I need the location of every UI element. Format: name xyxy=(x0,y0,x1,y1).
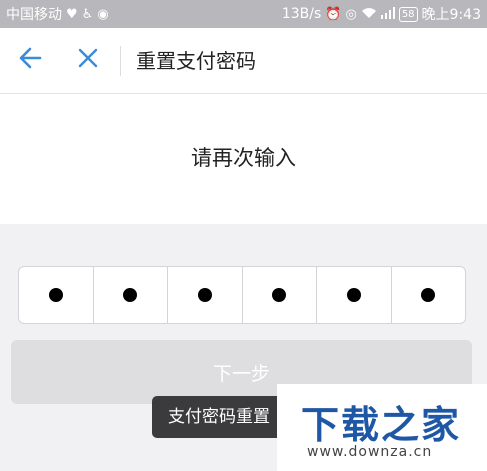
close-button[interactable] xyxy=(70,42,106,78)
watermark-url: www.downza.cn xyxy=(307,444,433,460)
status-bar-left: 中国移动 ♥ ♿ ◉ xyxy=(6,4,109,24)
top-navigation-bar: 重置支付密码 xyxy=(0,28,487,94)
arrow-left-icon xyxy=(18,47,42,73)
pin-dot xyxy=(421,288,436,302)
header-divider xyxy=(120,46,121,76)
password-input[interactable] xyxy=(18,266,466,324)
pin-cell[interactable] xyxy=(317,267,392,323)
pin-cell[interactable] xyxy=(392,267,466,323)
network-speed: 13B/s xyxy=(281,6,322,22)
battery-indicator: 58 xyxy=(398,6,418,22)
pin-cell[interactable] xyxy=(243,267,317,323)
status-bar-right: 13B/s ⏰ ◎ 58 晚上9:43 xyxy=(282,4,481,24)
reset-pay-password-screen: 中国移动 ♥ ♿ ◉ 13B/s ⏰ ◎ 58 晚上9:43 重置支付密码 请再… xyxy=(0,0,487,471)
back-button[interactable] xyxy=(12,42,48,78)
wifi-icon xyxy=(361,7,377,22)
page-title: 重置支付密码 xyxy=(136,49,256,73)
pin-cell[interactable] xyxy=(168,267,243,323)
pin-dot xyxy=(48,288,63,302)
alarm-icon: ◉ xyxy=(97,6,109,22)
reenter-prompt: 请再次输入 xyxy=(191,146,296,170)
pin-cell[interactable] xyxy=(19,267,94,323)
pin-dot xyxy=(123,288,138,302)
status-bar: 中国移动 ♥ ♿ ◉ 13B/s ⏰ ◎ 58 晚上9:43 xyxy=(0,0,487,28)
eye-icon: ◎ xyxy=(345,6,357,22)
carrier-label: 中国移动 xyxy=(6,7,62,23)
close-icon xyxy=(78,48,98,72)
toast-message: 支付密码重置 xyxy=(152,396,286,438)
clock-time: 晚上9:43 xyxy=(421,7,481,23)
pin-dot xyxy=(346,288,361,302)
site-watermark: 下载之家 www.downza.cn xyxy=(277,384,487,471)
pin-cell[interactable] xyxy=(94,267,168,323)
pin-dot xyxy=(197,288,212,302)
pin-dot xyxy=(272,288,287,302)
alarm-clock-icon: ⏰ xyxy=(325,6,342,22)
signal-icon xyxy=(380,6,395,22)
heart-icon: ♥ xyxy=(66,6,78,22)
accessibility-icon: ♿ xyxy=(81,6,94,22)
watermark-logo: 下载之家 xyxy=(301,403,462,447)
prompt-area: 请再次输入 xyxy=(0,94,487,224)
